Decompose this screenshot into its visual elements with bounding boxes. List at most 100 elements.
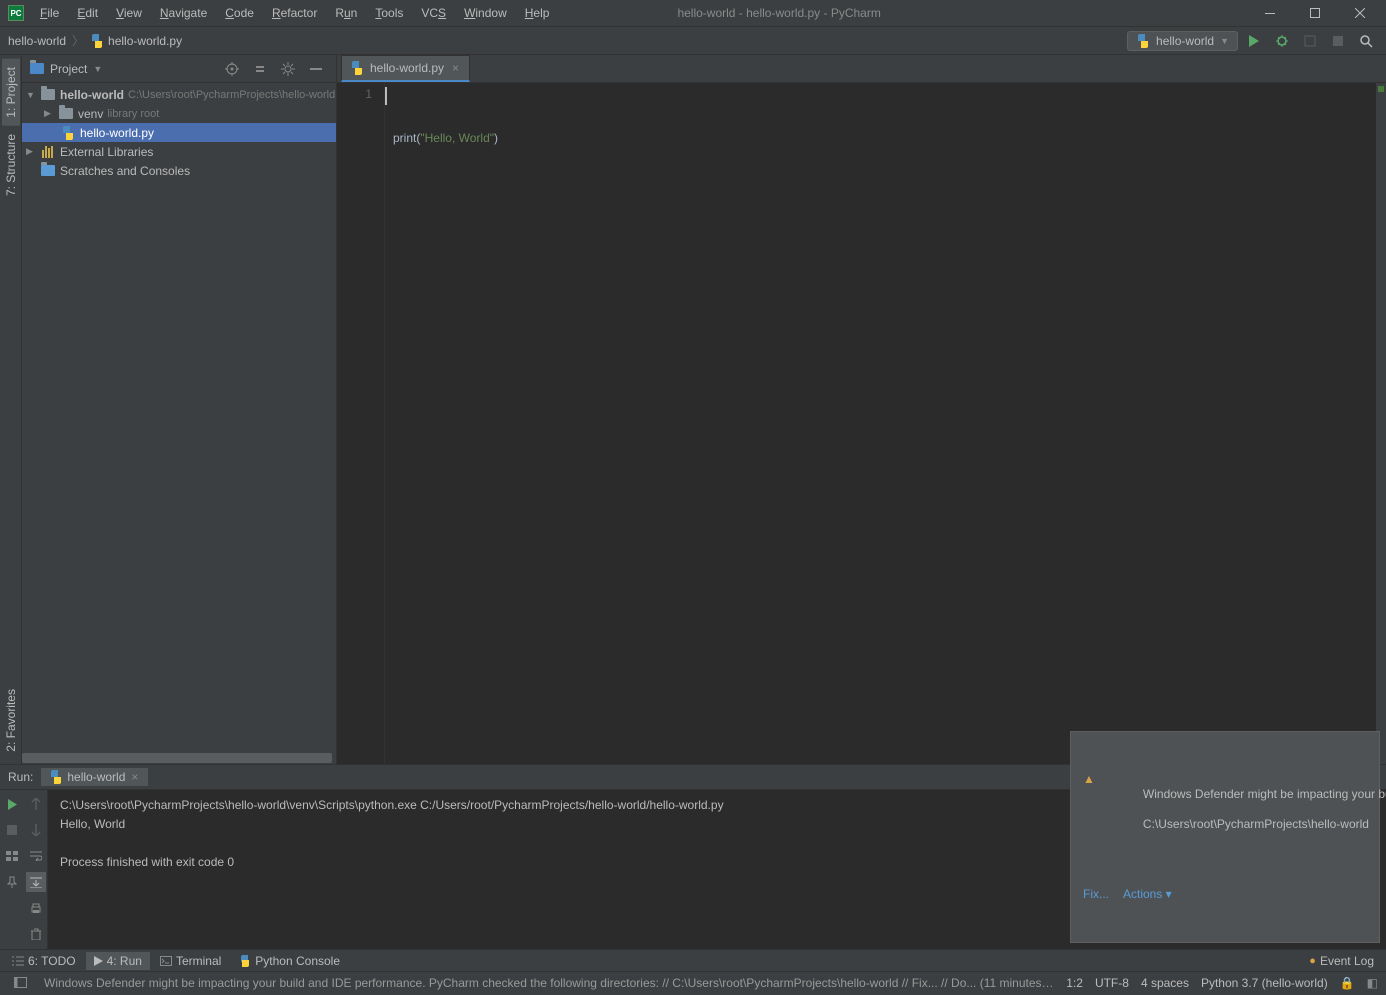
favorites-tool-tab[interactable]: 2: Favorites [2, 681, 20, 760]
toolwindows-toggle-button[interactable] [8, 971, 32, 995]
project-tool-tab[interactable]: 1: Project [2, 59, 20, 126]
menu-tools[interactable]: Tools [367, 2, 411, 24]
menu-window[interactable]: Window [456, 2, 515, 24]
tree-root-path: C:\Users\root\PycharmProjects\hello-worl… [128, 89, 335, 101]
navbar: hello-world 〉 hello-world.py hello-world… [0, 27, 1386, 55]
caret [385, 87, 387, 105]
code-editor[interactable]: 1 print("Hello, World") [337, 83, 1386, 764]
rerun-button[interactable] [2, 794, 22, 814]
menu-vcs[interactable]: VCS [413, 2, 454, 24]
run-config-name: hello-world [1156, 34, 1214, 48]
project-scrollbar[interactable] [22, 752, 336, 764]
maximize-button[interactable] [1292, 0, 1337, 27]
menu-run[interactable]: Run [327, 2, 365, 24]
todo-tool-button[interactable]: 6: TODO [4, 952, 84, 970]
python-console-tool-button[interactable]: Python Console [231, 952, 348, 970]
menu-help[interactable]: Help [517, 2, 558, 24]
tree-external-libs[interactable]: ▶ External Libraries [22, 142, 336, 161]
close-button[interactable] [1337, 0, 1382, 27]
tree-file-selected[interactable]: hello-world.py [22, 123, 336, 142]
menu-navigate[interactable]: Navigate [152, 2, 215, 24]
down-button[interactable] [26, 820, 46, 840]
folder-icon [59, 108, 73, 119]
soft-wrap-button[interactable] [26, 846, 46, 866]
print-button[interactable] [26, 898, 46, 918]
titlebar: PC File Edit View Navigate Code Refactor… [0, 0, 1386, 27]
run-tool-button[interactable]: 4: Run [86, 952, 150, 970]
structure-tool-tab[interactable]: 7: Structure [2, 126, 20, 204]
settings-button[interactable] [276, 57, 300, 81]
project-tree[interactable]: ▼ hello-world C:\Users\root\PycharmProje… [22, 83, 336, 752]
menu-file[interactable]: File [32, 2, 67, 24]
scroll-to-end-button[interactable] [26, 872, 46, 892]
breadcrumb-project[interactable]: hello-world [8, 34, 66, 48]
chevron-down-icon: ▼ [1220, 36, 1229, 46]
clear-all-button[interactable] [26, 924, 46, 944]
locate-button[interactable] [220, 57, 244, 81]
todo-label: 6: TODO [28, 954, 76, 968]
run-toolbar-right [24, 790, 48, 949]
run-tab[interactable]: hello-world × [41, 768, 148, 786]
event-log-button[interactable]: ● Event Log [1301, 952, 1382, 970]
menu-refactor[interactable]: Refactor [264, 2, 325, 24]
status-indent[interactable]: 4 spaces [1141, 976, 1189, 990]
folder-icon [41, 89, 55, 100]
run-tab-label: hello-world [67, 770, 125, 784]
editor-tab-active[interactable]: hello-world.py × [341, 55, 470, 82]
library-icon [42, 146, 54, 158]
tab-close-button[interactable]: × [129, 770, 140, 784]
run-button[interactable] [1242, 29, 1266, 53]
run-with-coverage-button[interactable] [1298, 29, 1322, 53]
status-interpreter[interactable]: Python 3.7 (hello-world) [1201, 976, 1328, 990]
menu-view[interactable]: View [108, 2, 150, 24]
notification-actions-link[interactable]: Actions ▾ [1123, 887, 1172, 902]
breadcrumb: hello-world 〉 hello-world.py [8, 32, 182, 49]
run-config-selector[interactable]: hello-world ▼ [1127, 31, 1238, 51]
python-file-icon [350, 61, 364, 75]
collapse-all-button[interactable] [248, 57, 272, 81]
status-caret-pos[interactable]: 1:2 [1066, 976, 1083, 990]
expand-icon[interactable]: ▶ [44, 108, 54, 119]
terminal-tool-button[interactable]: Terminal [152, 952, 229, 970]
run-panel: Run: hello-world × C:\Users\root\Pycharm… [0, 764, 1386, 949]
stop-run-button[interactable] [2, 820, 22, 840]
code-area[interactable]: print("Hello, World") [385, 83, 1386, 764]
tree-root-name: hello-world [60, 88, 124, 102]
run-body: C:\Users\root\PycharmProjects\hello-worl… [0, 790, 1386, 949]
play-icon [94, 956, 103, 966]
up-button[interactable] [26, 794, 46, 814]
pin-button[interactable] [2, 872, 22, 892]
notification-fix-link[interactable]: Fix... [1083, 887, 1109, 902]
tree-venv[interactable]: ▶ venv library root [22, 104, 336, 123]
expand-icon[interactable]: ▶ [26, 146, 36, 157]
status-widget-icon[interactable]: ◧ [1367, 976, 1378, 990]
debug-button[interactable] [1270, 29, 1294, 53]
stop-button[interactable] [1326, 29, 1350, 53]
expand-icon[interactable]: ▼ [26, 90, 36, 100]
run-label: Run: [8, 770, 33, 784]
minimize-button[interactable] [1247, 0, 1292, 27]
lock-icon[interactable]: 🔒 [1340, 976, 1355, 990]
status-message[interactable]: Windows Defender might be impacting your… [44, 976, 1054, 990]
menu-code[interactable]: Code [217, 2, 262, 24]
editor-tabs: hello-world.py × [337, 55, 1386, 83]
breadcrumb-file[interactable]: hello-world.py [108, 34, 182, 48]
editor-area: hello-world.py × 1 print("Hello, World") [337, 55, 1386, 764]
inspection-ok-icon [1378, 86, 1384, 92]
tree-scratches[interactable]: ▶ Scratches and Consoles [22, 161, 336, 180]
hide-panel-button[interactable] [304, 57, 328, 81]
tab-close-button[interactable]: × [450, 61, 461, 75]
chevron-down-icon[interactable]: ▼ [93, 64, 102, 74]
search-everywhere-button[interactable] [1354, 29, 1378, 53]
editor-margin[interactable] [1376, 83, 1386, 764]
tree-venv-name: venv [78, 107, 103, 121]
menu-edit[interactable]: Edit [69, 2, 106, 24]
layout-button[interactable] [2, 846, 22, 866]
terminal-label: Terminal [176, 954, 221, 968]
run-output[interactable]: C:\Users\root\PycharmProjects\hello-worl… [48, 790, 1386, 949]
notification-popup: ▲ Windows Defender might be impacting yo… [1070, 731, 1380, 943]
status-encoding[interactable]: UTF-8 [1095, 976, 1129, 990]
warning-icon: ▲ [1083, 772, 1095, 847]
list-icon [12, 956, 24, 966]
tree-root[interactable]: ▼ hello-world C:\Users\root\PycharmProje… [22, 85, 336, 104]
